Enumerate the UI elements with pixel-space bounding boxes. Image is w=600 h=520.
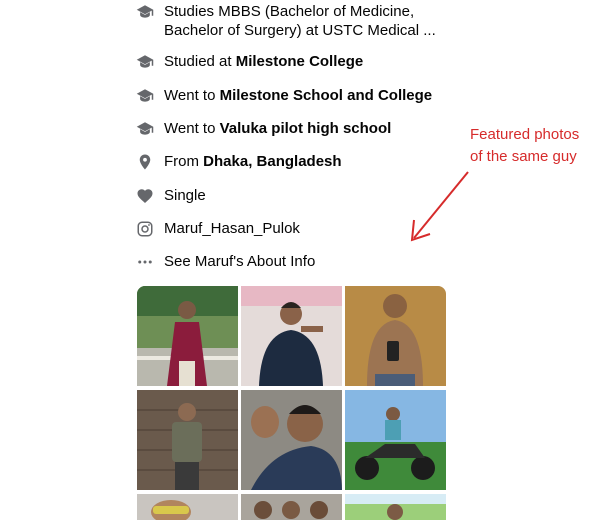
intro-about-row[interactable]: See Maruf's About Info (136, 252, 315, 271)
annotation-text: Featured photos of the same guy (470, 124, 600, 168)
intro-studies-row[interactable]: Studies MBBS (Bachelor of Medicine, Bach… (136, 2, 454, 40)
studies-text: Studies MBBS (Bachelor of Medicine, Bach… (164, 3, 436, 39)
went-to-text-1: Went to Milestone School and College (164, 87, 433, 104)
heart-icon (136, 187, 154, 205)
intro-from-row[interactable]: From Dhaka, Bangladesh (136, 152, 342, 171)
from-text: From Dhaka, Bangladesh (164, 153, 342, 170)
intro-went-to-row-2[interactable]: Went to Valuka pilot high school (136, 119, 391, 138)
featured-photo-9[interactable] (345, 494, 446, 520)
see-about-info-link[interactable]: See Maruf's About Info (164, 252, 315, 271)
graduation-cap-icon (136, 53, 154, 71)
location-pin-icon (136, 153, 154, 171)
featured-photo-6[interactable] (345, 390, 446, 490)
intro-went-to-row-1[interactable]: Went to Milestone School and College (136, 86, 432, 105)
annotation-line-2: of the same guy (470, 148, 577, 165)
featured-photo-7[interactable] (137, 494, 238, 520)
featured-photos-grid (137, 286, 446, 520)
went-to-place-link-1[interactable]: Milestone School and College (220, 87, 433, 104)
more-dots-icon (136, 253, 154, 271)
from-place-link[interactable]: Dhaka, Bangladesh (203, 153, 341, 170)
annotation-line-1: Featured photos (470, 126, 580, 143)
graduation-cap-icon (136, 87, 154, 105)
intro-studied-row[interactable]: Studied at Milestone College (136, 52, 363, 71)
went-to-text-2: Went to Valuka pilot high school (164, 120, 392, 137)
featured-photo-3[interactable] (345, 286, 446, 386)
went-to-place-link-2[interactable]: Valuka pilot high school (220, 120, 392, 137)
intro-relationship-row[interactable]: Single (136, 186, 206, 205)
relationship-text: Single (164, 187, 206, 204)
instagram-icon (136, 220, 154, 238)
graduation-cap-icon (136, 120, 154, 138)
intro-instagram-row[interactable]: Maruf_Hasan_Pulok (136, 219, 300, 238)
studied-text: Studied at Milestone College (164, 53, 364, 70)
featured-photo-2[interactable] (241, 286, 342, 386)
annotation-arrow-icon (410, 171, 469, 242)
studied-place-link[interactable]: Milestone College (236, 53, 364, 70)
featured-photo-8[interactable] (241, 494, 342, 520)
graduation-cap-icon (136, 3, 154, 21)
featured-photo-5[interactable] (241, 390, 342, 490)
featured-photo-4[interactable] (137, 390, 238, 490)
instagram-handle-link[interactable]: Maruf_Hasan_Pulok (164, 219, 300, 238)
featured-photo-1[interactable] (137, 286, 238, 386)
